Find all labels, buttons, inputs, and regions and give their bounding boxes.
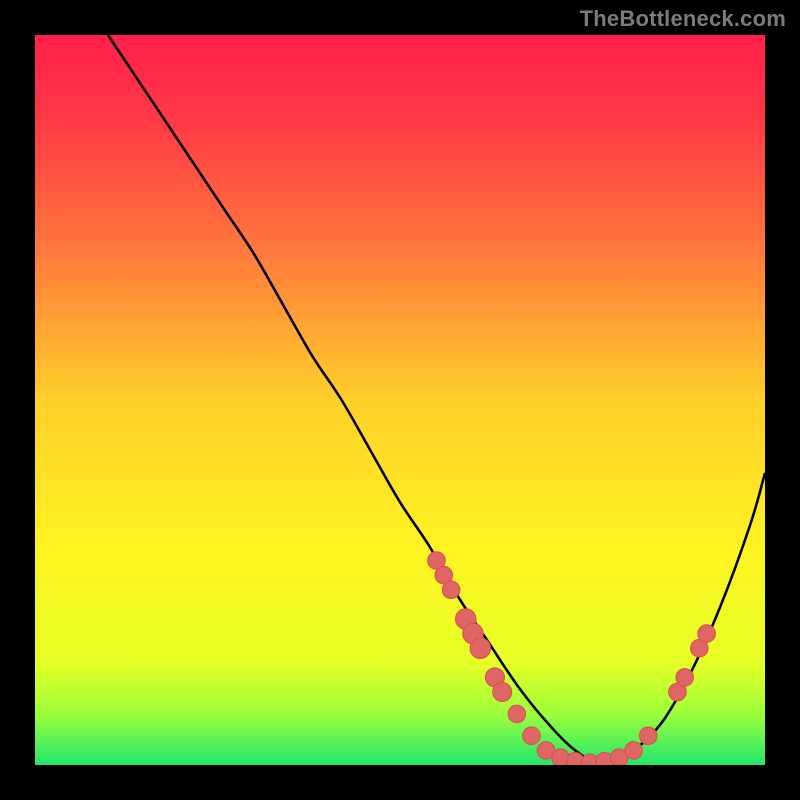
bottleneck-curve: [108, 35, 765, 765]
marker-bottom-8: [625, 742, 643, 760]
chart-svg: [35, 35, 765, 765]
marker-layer: [428, 552, 716, 765]
marker-right-4: [698, 625, 716, 643]
marker-left-cluster-8: [493, 683, 512, 702]
marker-bottom-9: [639, 727, 657, 745]
marker-left-cluster-3: [442, 581, 460, 599]
marker-bottom-1: [523, 727, 541, 745]
marker-right-2: [676, 669, 694, 687]
marker-left-cluster-9: [508, 705, 526, 723]
marker-left-cluster-6: [470, 638, 490, 658]
watermark-text: TheBottleneck.com: [580, 6, 786, 32]
app-frame: TheBottleneck.com: [0, 0, 800, 800]
plot-area: [35, 35, 765, 765]
